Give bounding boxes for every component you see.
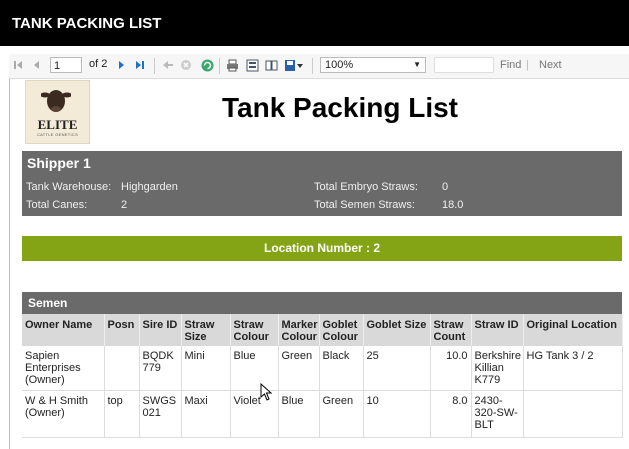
marker-colour-cell: Green	[278, 346, 320, 391]
location-number-bar: Location Number : 2	[22, 236, 622, 261]
stop-icon[interactable]	[179, 58, 193, 72]
total-embryo-value: 0	[442, 181, 449, 193]
shipper-panel: Shipper 1 Tank Warehouse: Highgarden Tot…	[22, 151, 622, 216]
semen-table: Owner Name Posn Sire ID Straw Size Straw…	[22, 314, 623, 438]
column-header: Straw Colour	[230, 314, 279, 346]
posn-cell	[104, 346, 140, 391]
total-semen-value: 18.0	[442, 199, 464, 211]
column-header: Owner Name	[22, 314, 105, 346]
shipper-name: Shipper 1	[27, 155, 91, 171]
table-row: Sapien Enterprises (Owner) BQDK 779 Mini…	[22, 346, 623, 391]
original-location-cell	[523, 390, 623, 438]
column-header: Goblet Colour	[319, 314, 364, 346]
page-count-label: of 2	[89, 58, 108, 70]
window-title: TANK PACKING LIST	[12, 15, 162, 32]
next-page-icon[interactable]	[115, 58, 129, 72]
column-header: Straw Size	[181, 314, 231, 346]
logo-tagline: CATTLE GENETICS	[36, 132, 79, 137]
goblet-colour-cell: Black	[319, 346, 364, 391]
column-header: Posn	[104, 314, 140, 346]
refresh-icon[interactable]	[200, 58, 214, 72]
sire-id-cell: BQDK 779	[139, 346, 182, 391]
first-page-icon[interactable]	[11, 58, 25, 72]
posn-cell: top	[104, 390, 140, 438]
find-separator: |	[526, 59, 529, 71]
column-header: Sire ID	[139, 314, 182, 346]
window-title-bar: TANK PACKING LIST	[0, 0, 629, 46]
straw-id-cell: Berkshire Killian K779	[471, 346, 524, 391]
export-icon[interactable]	[283, 58, 305, 72]
tank-warehouse-value: Highgarden	[121, 181, 178, 193]
find-next-link[interactable]: Next	[539, 59, 562, 71]
chevron-down-icon: ▼	[413, 60, 421, 69]
table-header-row: Owner Name Posn Sire ID Straw Size Straw…	[22, 314, 623, 346]
straw-id-cell: 2430-320-SW-BLT	[471, 390, 524, 438]
toolbar-separator	[219, 58, 220, 74]
goblet-colour-cell: Green	[319, 390, 364, 438]
marker-colour-cell: Blue	[278, 390, 320, 438]
straw-size-cell: Mini	[181, 346, 231, 391]
column-header: Straw ID	[471, 314, 524, 346]
column-header: Goblet Size	[363, 314, 431, 346]
print-icon[interactable]	[225, 58, 239, 72]
find-input[interactable]	[434, 57, 494, 73]
report-frame-border	[9, 79, 10, 449]
back-icon[interactable]	[161, 58, 175, 72]
total-embryo-label: Total Embryo Straws:	[314, 181, 418, 193]
goblet-size-cell: 25	[363, 346, 431, 391]
goblet-size-cell: 10	[363, 390, 431, 438]
column-header: Original Location	[523, 314, 623, 346]
find-link[interactable]: Find	[500, 59, 521, 71]
owner-name-cell: W & H Smith (Owner)	[22, 390, 105, 438]
report-toolbar: 1 of 2 100% ▼ Find | Next	[9, 54, 629, 79]
zoom-value: 100%	[325, 59, 354, 71]
table-row: W & H Smith (Owner) top SWGS 021 Maxi Vi…	[22, 390, 623, 438]
last-page-icon[interactable]	[133, 58, 147, 72]
column-header: Straw Count	[430, 314, 472, 346]
bull-head-icon	[41, 90, 71, 112]
print-layout-icon[interactable]	[245, 58, 259, 72]
company-logo: ELITE CATTLE GENETICS	[25, 80, 90, 144]
column-header: Marker Colour	[278, 314, 320, 346]
straw-count-cell: 8.0	[430, 390, 472, 438]
tank-warehouse-label: Tank Warehouse:	[26, 181, 112, 193]
previous-page-icon[interactable]	[29, 58, 43, 72]
logo-brand: ELITE	[37, 117, 78, 132]
page-setup-icon[interactable]	[264, 58, 278, 72]
report-title: Tank Packing List	[222, 92, 458, 123]
total-canes-value: 2	[121, 199, 128, 211]
page-number-input[interactable]: 1	[50, 57, 82, 73]
original-location-cell: HG Tank 3 / 2	[523, 346, 623, 391]
sire-id-cell: SWGS 021	[139, 390, 182, 438]
toolbar-separator	[154, 58, 155, 74]
owner-name-cell: Sapien Enterprises (Owner)	[22, 346, 105, 391]
straw-size-cell: Maxi	[181, 390, 231, 438]
straw-count-cell: 10.0	[430, 346, 472, 391]
semen-section-title: Semen	[28, 296, 68, 310]
mouse-cursor-icon	[260, 383, 273, 401]
toolbar-separator	[312, 58, 313, 74]
semen-section-header: Semen	[22, 292, 622, 314]
total-semen-label: Total Semen Straws:	[314, 199, 415, 211]
total-canes-label: Total Canes:	[26, 199, 88, 211]
zoom-select[interactable]: 100% ▼	[320, 57, 426, 73]
